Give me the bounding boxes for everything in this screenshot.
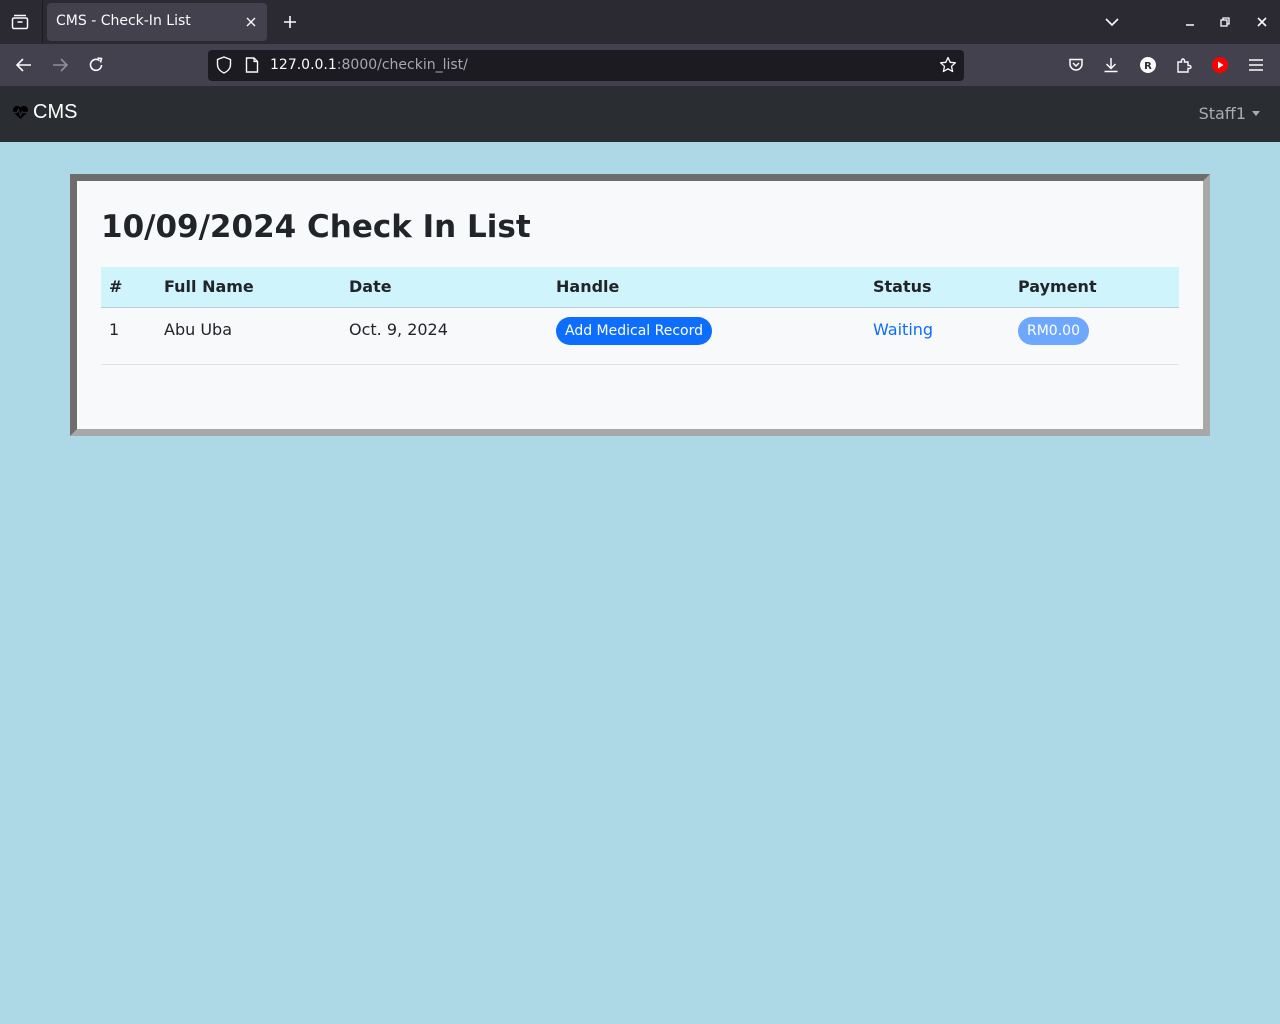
app-navbar: CMS Staff1 [0, 86, 1280, 142]
column-header-status: Status [865, 267, 1010, 308]
shield-icon[interactable] [214, 55, 234, 75]
row-handle-cell: Add Medical Record [548, 307, 865, 365]
row-payment-cell: RM0.00 [1010, 307, 1179, 365]
new-tab-plus-icon[interactable] [278, 10, 302, 34]
checkin-card: 10/09/2024 Check In List # Full Name Dat… [70, 174, 1210, 436]
minimize-icon[interactable] [1178, 10, 1202, 34]
column-header-date: Date [341, 267, 548, 308]
back-arrow-icon[interactable] [12, 53, 36, 77]
bookmark-star-icon[interactable] [938, 55, 958, 75]
checkin-table: # Full Name Date Handle Status Payment 1… [101, 267, 1179, 365]
user-name: Staff1 [1198, 104, 1246, 123]
url-bar[interactable]: 127.0.0.1:8000/checkin_list/ [208, 50, 964, 81]
svg-text:R: R [1144, 61, 1152, 72]
download-icon[interactable] [1099, 53, 1123, 77]
table-header-row: # Full Name Date Handle Status Payment [101, 267, 1179, 308]
url-host: 127.0.0.1 [270, 57, 337, 73]
tab-separator [42, 0, 43, 44]
hamburger-menu-icon[interactable] [1244, 53, 1268, 77]
column-header-full-name: Full Name [156, 267, 341, 308]
close-window-icon[interactable] [1250, 10, 1274, 34]
page-title: 10/09/2024 Check In List [101, 209, 531, 245]
row-full-name: Abu Uba [156, 307, 341, 365]
puzzle-extensions-icon[interactable] [1172, 53, 1196, 77]
reload-icon[interactable] [84, 53, 108, 77]
column-header-handle: Handle [548, 267, 865, 308]
url-path: :8000/checkin_list/ [336, 57, 468, 73]
url-text[interactable]: 127.0.0.1:8000/checkin_list/ [270, 57, 468, 73]
chevron-down-icon[interactable] [1100, 10, 1124, 34]
youtube-icon[interactable] [1208, 53, 1232, 77]
row-status-cell: Waiting [865, 307, 1010, 365]
close-icon[interactable] [241, 12, 261, 32]
brand-link[interactable]: CMS [12, 101, 77, 124]
brand-text: CMS [33, 101, 78, 123]
status-link[interactable]: Waiting [873, 320, 933, 339]
heart-pulse-icon [12, 105, 29, 119]
column-header-payment: Payment [1010, 267, 1179, 308]
tab-title: CMS - Check-In List [56, 13, 191, 29]
row-date: Oct. 9, 2024 [341, 307, 548, 365]
extension-r-icon[interactable]: R [1136, 53, 1160, 77]
forward-arrow-icon[interactable] [48, 53, 72, 77]
column-header-number: # [101, 267, 156, 308]
pocket-icon[interactable] [1064, 53, 1088, 77]
caret-down-icon [1252, 111, 1260, 116]
browser-tab-active[interactable]: CMS - Check-In List [47, 3, 267, 41]
add-medical-record-button[interactable]: Add Medical Record [556, 316, 713, 345]
tab-list-icon[interactable] [8, 10, 32, 34]
user-dropdown[interactable]: Staff1 [1199, 104, 1260, 123]
row-number: 1 [101, 307, 156, 365]
table-row: 1 Abu Uba Oct. 9, 2024 Add Medical Recor… [101, 307, 1179, 365]
browser-tab-bar: CMS - Check-In List [0, 0, 1280, 44]
restore-icon[interactable] [1213, 10, 1237, 34]
browser-nav-bar: 127.0.0.1:8000/checkin_list/ R [0, 44, 1280, 86]
page-icon[interactable] [242, 55, 262, 75]
payment-badge[interactable]: RM0.00 [1018, 316, 1089, 345]
